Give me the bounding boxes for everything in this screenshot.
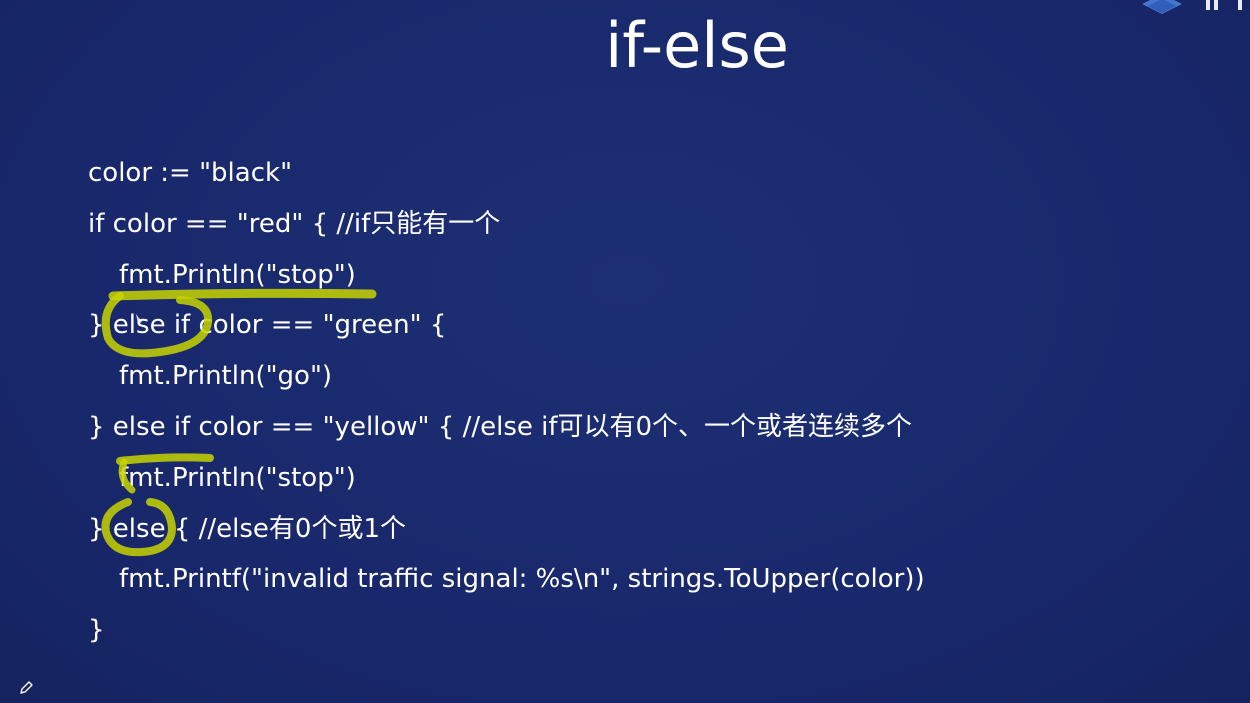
code-line: if color == "red" { //if只能有一个: [88, 208, 501, 239]
code-line: fmt.Println("stop"): [119, 259, 356, 290]
code-line: fmt.Println("go"): [119, 361, 333, 392]
code-line: } else if color == "green" {: [88, 310, 447, 341]
code-line: } else if color == "yellow" { //else if可…: [88, 411, 913, 442]
code-line: } else { //else有0个或1个: [88, 513, 407, 544]
slide: if-else color := "black" if color == "re…: [0, 0, 1250, 703]
pen-icon[interactable]: [18, 680, 34, 696]
code-line: }: [88, 615, 105, 646]
code-block: color := "black" if color == "red" { //i…: [88, 148, 1188, 656]
code-line: color := "black": [88, 158, 293, 188]
code-line: fmt.Printf("invalid traffic signal: %s\n…: [119, 564, 925, 595]
slide-title: if-else: [605, 9, 789, 82]
code-line: fmt.Println("stop"): [119, 462, 356, 493]
brand-logo-icon: [1142, 0, 1242, 14]
